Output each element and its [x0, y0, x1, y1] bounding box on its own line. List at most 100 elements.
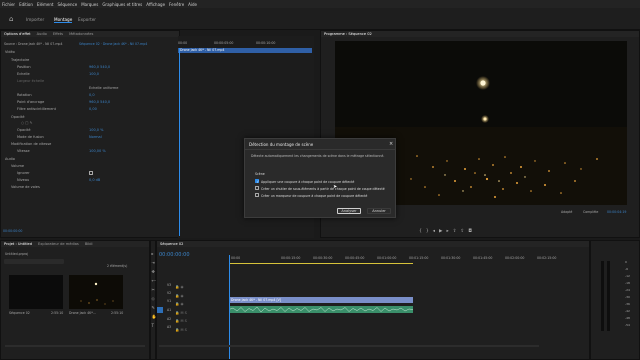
- ruler-0: 00:00: [231, 256, 241, 260]
- blend-mode-value[interactable]: Normal: [89, 135, 102, 139]
- clip-thumbnail-image: [80, 282, 114, 305]
- timeline-timecode[interactable]: 00:00:00:00: [159, 252, 190, 258]
- bypass-checkbox[interactable]: [89, 171, 93, 175]
- antiflicker-value[interactable]: 0,00: [89, 107, 97, 111]
- dialog-group-label: Scène: [255, 172, 265, 176]
- menu-sequence[interactable]: Séquence: [57, 2, 77, 7]
- track-v2[interactable]: V2: [167, 291, 171, 295]
- audio-waveform: [228, 306, 414, 313]
- tab-effect-controls[interactable]: Options d'effet: [4, 32, 31, 36]
- project-thumb-sequence[interactable]: [9, 275, 63, 309]
- position-value[interactable]: 960,0 540,0: [89, 65, 110, 69]
- volume-label[interactable]: Volume: [11, 164, 24, 168]
- ruler-1: 00:00:15:00: [281, 256, 301, 260]
- ruler-5: 00:01:15:00: [409, 256, 429, 260]
- speed-value[interactable]: 100,00 %: [89, 149, 106, 153]
- analyze-button[interactable]: Analyser: [337, 208, 361, 214]
- tab-export[interactable]: Exporter: [78, 17, 96, 22]
- mask-tools-icon[interactable]: ○ □ ✎: [21, 121, 33, 125]
- menu-help[interactable]: Aide: [188, 2, 197, 7]
- mini-clip-label: Drone Jack 4K* - Nil 07.mp4: [180, 48, 225, 53]
- track-toggle-icons[interactable]: 🔒 ◉ 🔒 ◉ 🔒 ◉ 🔒 M S 🔒 M S 🔒 M S: [175, 283, 187, 334]
- track-v1[interactable]: V1: [167, 299, 171, 303]
- source-patch-v1[interactable]: [157, 307, 163, 313]
- audio-clip-a1[interactable]: [228, 306, 414, 313]
- mini-playhead[interactable]: [179, 48, 180, 236]
- home-icon[interactable]: ⌂: [9, 15, 17, 23]
- sequence-name[interactable]: Séquence 02 · Drone Jack 4K* - Nil 07.mp…: [79, 42, 147, 46]
- timeline-scrollbar[interactable]: [159, 345, 539, 347]
- video-clip-v1[interactable]: Drone Jack 4K* - Nil 07.mp4 [V]: [229, 297, 413, 303]
- mini-clip-bar[interactable]: Drone Jack 4K* - Nil 07.mp4: [178, 48, 312, 53]
- project-search-input[interactable]: [4, 259, 64, 264]
- mark-out-icon[interactable]: }: [426, 229, 433, 234]
- position-label: Position: [17, 65, 31, 69]
- source-name[interactable]: Source : Drone Jack 4K* - Nil 07.mp4: [4, 42, 62, 46]
- track-a2[interactable]: A2: [167, 317, 171, 321]
- menu-edit[interactable]: Edition: [19, 2, 33, 7]
- project-item-duration-1: 2:55:10: [51, 311, 64, 315]
- create-subclip-bin-checkbox[interactable]: [255, 186, 259, 190]
- timeline-panel: Séquence 02 00:00:00:00 00:00 00:00:15:0…: [156, 240, 590, 360]
- mark-in-icon[interactable]: {: [419, 229, 426, 234]
- apply-cut-label[interactable]: Appliquer une coupure à chaque point de …: [261, 180, 354, 184]
- track-a3[interactable]: A3: [167, 325, 171, 329]
- menu-graphics[interactable]: Graphiques et titres: [102, 2, 142, 7]
- ruler-9: 00:02:15:00: [537, 256, 557, 260]
- tab-import[interactable]: Importer: [26, 17, 44, 22]
- level-value[interactable]: 0,0 dB: [89, 178, 100, 182]
- menu-view[interactable]: Affichage: [146, 2, 165, 7]
- menu-window[interactable]: Fenêtre: [169, 2, 184, 7]
- close-icon[interactable]: ×: [389, 141, 393, 147]
- bypass-label: Ignorer: [17, 171, 30, 175]
- create-subclip-bin-label[interactable]: Créer un chutier de sous-éléments à part…: [261, 187, 385, 191]
- channel-volume-label[interactable]: Volume de voies: [11, 185, 40, 189]
- mini-ruler-end: 00:00:10:00: [256, 41, 276, 45]
- opacity-section-label[interactable]: Opacité: [11, 115, 25, 119]
- program-monitor-header: Programme : Séquence 02: [321, 31, 639, 37]
- tab-metadata[interactable]: Métadonnées: [69, 32, 93, 36]
- project-item-name-2[interactable]: Drone Jack 4K*...: [69, 311, 96, 315]
- menu-file[interactable]: Fichier: [2, 2, 15, 7]
- motion-label[interactable]: Trajectoire: [11, 58, 29, 62]
- cancel-button[interactable]: Annuler: [367, 208, 391, 214]
- track-v3[interactable]: V3: [167, 283, 171, 287]
- create-marker-checkbox[interactable]: [255, 193, 259, 197]
- create-marker-label[interactable]: Créer un marqueur de coupure à chaque po…: [261, 194, 367, 198]
- export-frame-icon[interactable]: ◘: [468, 229, 476, 234]
- tab-project[interactable]: Projet : Untitled: [4, 242, 32, 246]
- program-title[interactable]: Programme : Séquence 02: [324, 32, 372, 36]
- tab-media-browser[interactable]: Explorateur de médias: [38, 242, 79, 246]
- audio-meters-panel: 0 -6 -12 -18 -24 -30 -36 -42 -48 -54: [590, 240, 640, 360]
- effect-controls-timecode[interactable]: 00:00:00:00: [3, 229, 22, 233]
- tab-effects[interactable]: Effets: [53, 32, 63, 36]
- opacity-value[interactable]: 100,0 %: [89, 128, 103, 132]
- tab-sequence[interactable]: Séquence 02: [160, 242, 183, 246]
- lift-icon[interactable]: ⇧: [453, 229, 461, 234]
- time-remap-label[interactable]: Modification de vitesse: [11, 142, 51, 146]
- tab-libraries[interactable]: Bibli: [85, 242, 93, 246]
- quality-dropdown[interactable]: Complète: [583, 210, 598, 214]
- timeline-playhead[interactable]: [229, 255, 230, 359]
- apply-cut-checkbox[interactable]: [255, 179, 260, 184]
- rotation-value[interactable]: 0,0: [89, 93, 95, 97]
- audio-section-label: Audio: [5, 157, 15, 161]
- track-a1[interactable]: A1: [167, 308, 171, 312]
- video-section-label: Vidéo: [5, 50, 15, 54]
- scale-value[interactable]: 100,0: [89, 72, 99, 76]
- menu-markers[interactable]: Marques: [81, 2, 98, 7]
- project-file-name: Untitled.prproj: [5, 252, 29, 256]
- project-zoom-slider[interactable]: [5, 345, 145, 347]
- anchor-value[interactable]: 960,0 540,0: [89, 100, 110, 104]
- tab-edit[interactable]: Montage: [54, 17, 73, 23]
- project-item-name-1[interactable]: Séquence 02: [9, 311, 30, 315]
- menu-clip[interactable]: Elément: [37, 2, 54, 7]
- tab-audio-mixer[interactable]: Audio: [37, 32, 47, 36]
- program-timecode[interactable]: 00:00:04:19: [607, 210, 626, 214]
- work-area-bar[interactable]: [229, 263, 413, 264]
- project-thumb-clip[interactable]: [69, 275, 123, 309]
- uniform-scale-label[interactable]: Echelle uniforme: [89, 86, 118, 90]
- project-item-duration-2: 2:55:10: [111, 311, 124, 315]
- speed-label: Vitesse: [17, 149, 30, 153]
- fit-dropdown[interactable]: Adapté: [561, 210, 572, 214]
